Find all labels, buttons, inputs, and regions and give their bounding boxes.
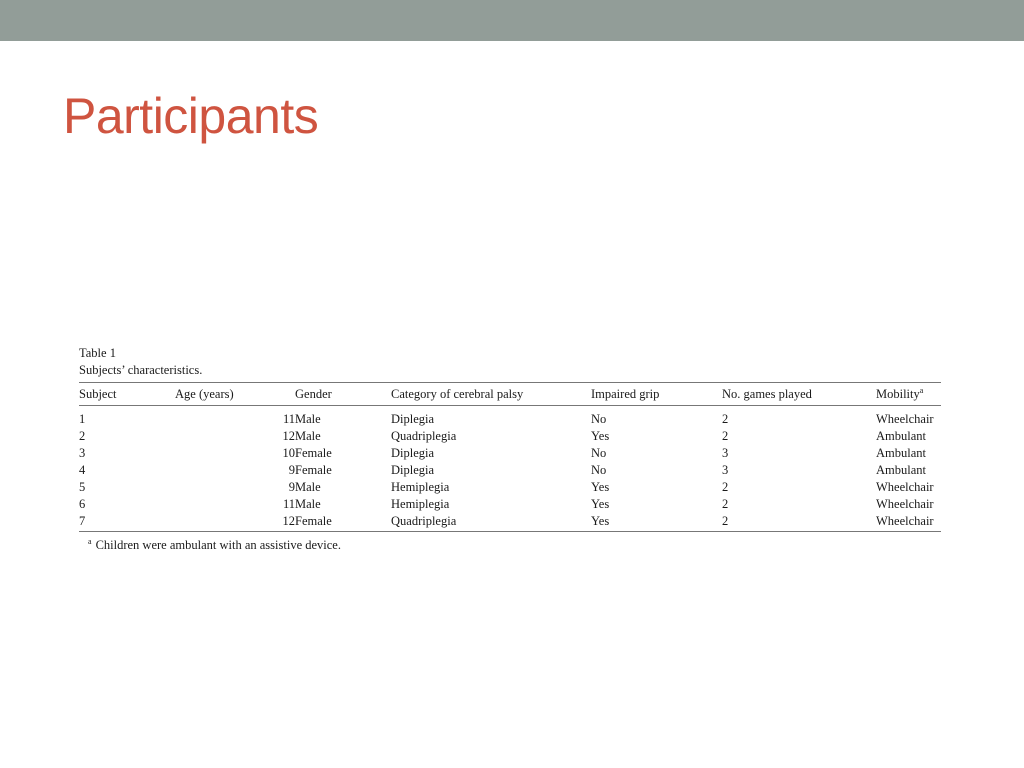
cell-mobility: Wheelchair xyxy=(876,412,934,426)
cell-mobility: Wheelchair xyxy=(876,497,934,511)
header-mobility: Mobilitya xyxy=(876,383,941,406)
cell-games: 2 xyxy=(722,429,729,443)
header-gender: Gender xyxy=(295,386,332,401)
cell-gender: Female xyxy=(295,463,332,477)
cell-subject: 1 xyxy=(79,412,86,426)
cell-games: 2 xyxy=(722,497,729,511)
header-games: No. games played xyxy=(722,386,812,401)
cell-gender: Female xyxy=(295,514,332,528)
table-figure: Table 1 Subjects’ characteristics. Subje… xyxy=(79,345,941,554)
footnote-marker: a xyxy=(88,537,92,546)
header-mobility-footnote-marker: a xyxy=(919,385,924,395)
cell-gender: Male xyxy=(295,429,321,443)
table-row: 1 11 Male Diplegia No 2 Wheelchair xyxy=(79,406,941,429)
cell-mobility: Ambulant xyxy=(876,446,926,460)
table-row: 5 9 Male Hemiplegia Yes 2 Wheelchair xyxy=(79,479,941,496)
header-grip: Impaired grip xyxy=(591,386,660,401)
cell-subject: 4 xyxy=(79,463,86,477)
header-subject: Subject xyxy=(79,386,117,401)
cell-mobility: Wheelchair xyxy=(876,514,934,528)
cell-category: Hemiplegia xyxy=(391,497,450,511)
cell-age: 9 xyxy=(288,480,295,494)
cell-age: 11 xyxy=(282,497,295,511)
table-footnote: a Children were ambulant with an assistiv… xyxy=(79,537,941,554)
cell-mobility: Ambulant xyxy=(876,429,926,443)
cell-gender: Female xyxy=(295,446,332,460)
table-label: Table 1 xyxy=(79,346,116,360)
footnote-text: Children were ambulant with an assistive… xyxy=(95,538,341,552)
header-mobility-label: Mobility xyxy=(876,386,920,401)
cell-subject: 2 xyxy=(79,429,86,443)
cell-grip: Yes xyxy=(591,514,610,528)
cell-grip: No xyxy=(591,446,607,460)
cell-age: 12 xyxy=(282,429,296,443)
cell-subject: 7 xyxy=(79,514,86,528)
cell-category: Diplegia xyxy=(391,446,435,460)
slide-title: Participants xyxy=(63,88,319,144)
cell-age: 9 xyxy=(288,463,295,477)
cell-grip: Yes xyxy=(591,429,610,443)
cell-games: 3 xyxy=(722,463,729,477)
cell-category: Quadriplegia xyxy=(391,429,457,443)
cell-games: 2 xyxy=(722,412,729,426)
cell-gender: Male xyxy=(295,412,321,426)
header-age: Age (years) xyxy=(175,386,234,401)
cell-category: Diplegia xyxy=(391,463,435,477)
cell-games: 2 xyxy=(722,480,729,494)
cell-age: 11 xyxy=(282,412,295,426)
table-row: 2 12 Male Quadriplegia Yes 2 Ambulant xyxy=(79,428,941,445)
table-row: 4 9 Female Diplegia No 3 Ambulant xyxy=(79,462,941,479)
cell-subject: 3 xyxy=(79,446,86,460)
header-category: Category of cerebral palsy xyxy=(391,386,524,401)
cell-mobility: Ambulant xyxy=(876,463,926,477)
table-row: 6 11 Male Hemiplegia Yes 2 Wheelchair xyxy=(79,496,941,513)
table-title: Subjects’ characteristics. xyxy=(79,363,203,377)
cell-games: 3 xyxy=(722,446,729,460)
cell-category: Diplegia xyxy=(391,412,435,426)
cell-grip: No xyxy=(591,412,607,426)
cell-grip: Yes xyxy=(591,480,610,494)
table-row: 7 12 Female Quadriplegia Yes 2 Wheelchai… xyxy=(79,513,941,532)
cell-gender: Male xyxy=(295,497,321,511)
cell-category: Quadriplegia xyxy=(391,514,457,528)
slide-top-bar xyxy=(0,0,1024,41)
cell-grip: Yes xyxy=(591,497,610,511)
cell-grip: No xyxy=(591,463,607,477)
table-header-row: Subject Age (years) Gender Category of c… xyxy=(79,382,941,406)
subjects-table: Subject Age (years) Gender Category of c… xyxy=(79,382,941,532)
cell-subject: 6 xyxy=(79,497,86,511)
cell-gender: Male xyxy=(295,480,321,494)
cell-age: 10 xyxy=(282,446,296,460)
cell-subject: 5 xyxy=(79,480,86,494)
cell-mobility: Wheelchair xyxy=(876,480,934,494)
cell-category: Hemiplegia xyxy=(391,480,450,494)
cell-age: 12 xyxy=(282,514,296,528)
cell-games: 2 xyxy=(722,514,729,528)
table-row: 3 10 Female Diplegia No 3 Ambulant xyxy=(79,445,941,462)
